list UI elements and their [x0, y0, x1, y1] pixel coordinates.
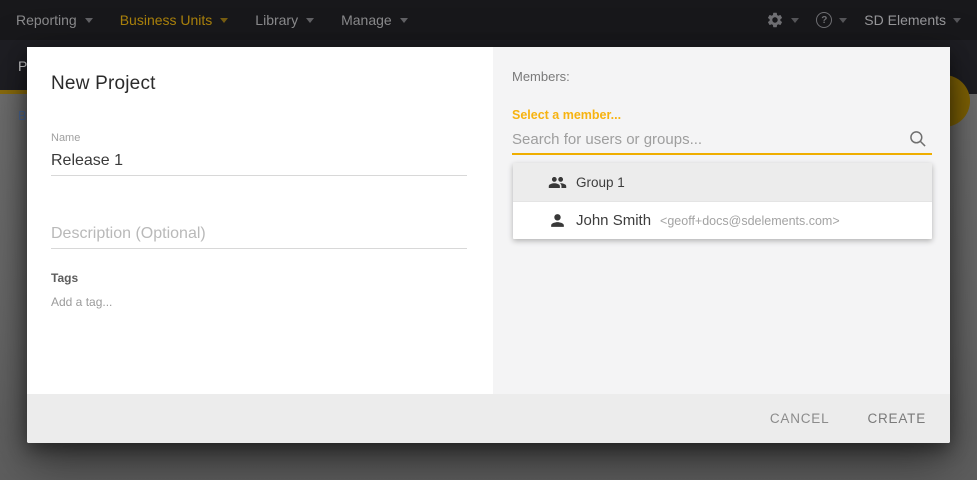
nav-item-label: Library	[255, 12, 298, 28]
nav-item-label: Business Units	[120, 12, 213, 28]
member-result-group[interactable]: Group 1	[513, 163, 932, 201]
group-icon	[548, 173, 567, 192]
settings-menu[interactable]	[766, 11, 799, 29]
members-label: Members:	[512, 69, 570, 84]
nav-right-cluster: SD Elements	[758, 11, 961, 29]
nav-item-label: Reporting	[16, 12, 77, 28]
projects-tab-partial[interactable]: P	[18, 58, 27, 74]
new-project-dialog: New Project Name Tags Members: Select a …	[27, 47, 950, 443]
member-result-name: John Smith	[576, 212, 651, 229]
help-menu[interactable]	[816, 12, 847, 28]
screen: Reporting Business Units Library Manage	[0, 0, 977, 480]
member-result-name: Group 1	[576, 175, 625, 190]
help-icon	[816, 12, 832, 28]
add-tag-input[interactable]	[51, 292, 251, 312]
member-search-input[interactable]	[512, 125, 900, 153]
chevron-down-icon	[220, 18, 228, 23]
member-result-email: <geoff+docs@sdelements.com>	[660, 214, 840, 228]
dialog-footer: CANCEL CREATE	[27, 394, 950, 443]
dialog-title: New Project	[51, 73, 156, 95]
nav-item-library[interactable]: Library	[255, 12, 314, 28]
chevron-down-icon	[791, 18, 799, 23]
cancel-button[interactable]: CANCEL	[756, 401, 844, 436]
chevron-down-icon	[953, 18, 961, 23]
gear-icon	[766, 11, 784, 29]
name-field-label: Name	[51, 132, 80, 144]
description-input[interactable]	[51, 219, 467, 249]
chevron-down-icon	[85, 18, 93, 23]
name-input[interactable]	[51, 146, 467, 176]
chevron-down-icon	[306, 18, 314, 23]
member-results-dropdown: Group 1 John Smith <geoff+docs@sdelement…	[513, 163, 932, 239]
members-panel: Members: Select a member... Group 1 John…	[493, 47, 950, 394]
tags-label: Tags	[51, 271, 78, 285]
top-nav-bar: Reporting Business Units Library Manage	[0, 0, 977, 40]
chevron-down-icon	[839, 18, 847, 23]
create-button[interactable]: CREATE	[853, 401, 940, 436]
nav-item-manage[interactable]: Manage	[341, 12, 408, 28]
member-search-field	[512, 125, 932, 155]
breadcrumb-link-partial[interactable]: B	[18, 108, 27, 123]
nav-item-business-units[interactable]: Business Units	[120, 12, 229, 28]
select-member-helper: Select a member...	[512, 108, 621, 122]
user-menu[interactable]: SD Elements	[864, 12, 961, 28]
chevron-down-icon	[400, 18, 408, 23]
nav-item-label: Manage	[341, 12, 392, 28]
app-name: SD Elements	[864, 12, 946, 28]
project-details-panel: New Project Name Tags	[27, 47, 493, 394]
member-result-user[interactable]: John Smith <geoff+docs@sdelements.com>	[513, 201, 932, 239]
nav-item-reporting[interactable]: Reporting	[16, 12, 93, 28]
search-icon	[908, 129, 928, 149]
person-icon	[548, 211, 567, 230]
